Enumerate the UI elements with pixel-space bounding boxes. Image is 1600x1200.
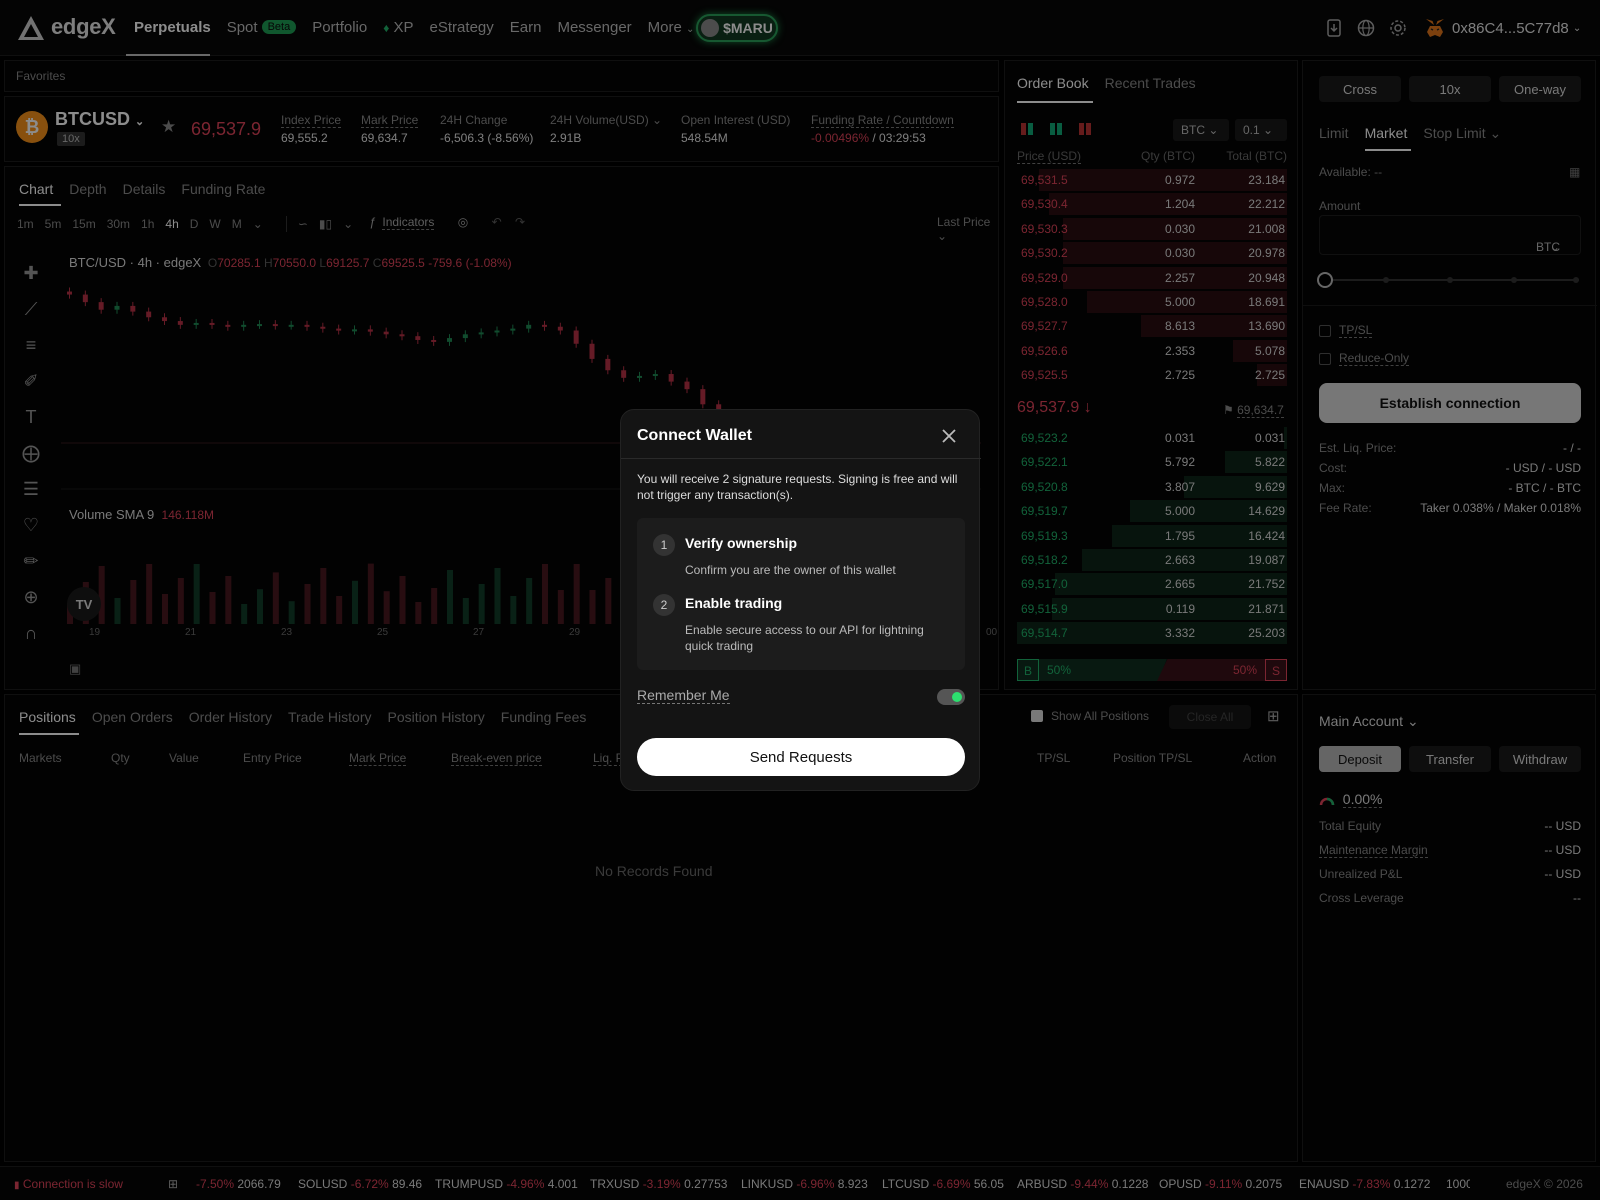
step-title: Verify ownership [685,535,798,551]
connect-wallet-dialog: Connect Wallet You will receive 2 signat… [620,409,981,791]
step-title: Enable trading [685,595,783,611]
dialog-description: You will receive 2 signature requests. S… [637,472,958,502]
step-description: Enable secure access to our API for ligh… [685,623,924,653]
send-requests-button[interactable]: Send Requests [637,738,965,776]
close-icon[interactable] [939,426,959,446]
step-number: 1 [653,534,675,556]
step-number: 2 [653,594,675,616]
dialog-title: Connect Wallet [637,427,752,444]
remember-me-label: Remember Me [637,687,730,704]
divider [621,458,981,459]
signature-steps: 1 Verify ownership Confirm you are the o… [637,518,965,670]
step-description: Confirm you are the owner of this wallet [685,563,896,577]
toggle-knob [952,692,962,702]
remember-me-toggle[interactable] [937,689,965,705]
